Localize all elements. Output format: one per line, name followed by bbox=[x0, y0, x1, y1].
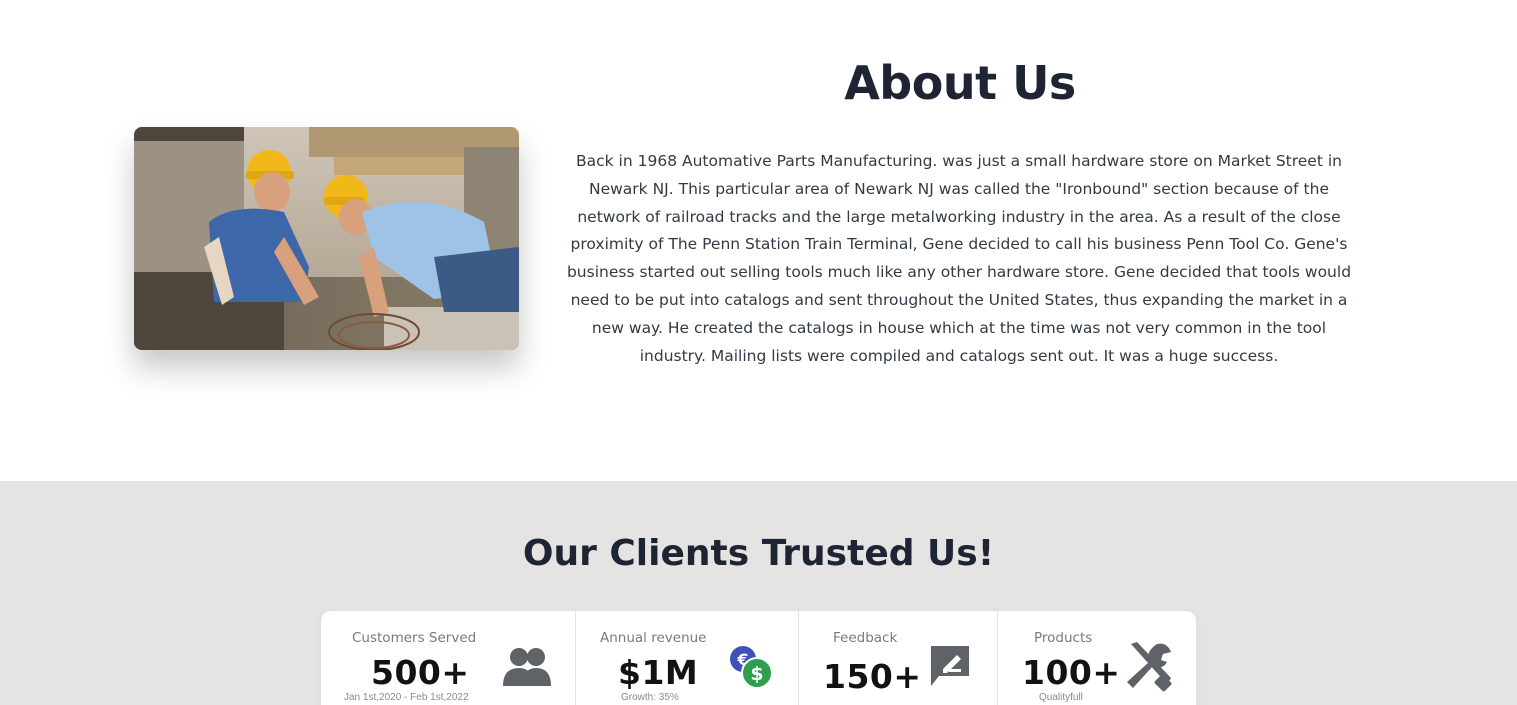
stat-value: 100+ bbox=[1022, 653, 1121, 692]
stat-label: Customers Served bbox=[352, 630, 477, 646]
tools-icon bbox=[1123, 640, 1175, 692]
stat-label: Feedback bbox=[833, 630, 898, 646]
about-paragraph: Back in 1968 Automative Parts Manufactur… bbox=[566, 152, 1352, 365]
svg-text:$: $ bbox=[750, 663, 763, 685]
stat-value: 500+ bbox=[371, 653, 470, 692]
feedback-icon bbox=[929, 644, 971, 688]
stat-products: Products 100+ Qualityfull bbox=[998, 611, 1196, 705]
stat-annual-revenue: Annual revenue $1M Growth: 35% € $ bbox=[576, 611, 799, 705]
about-title: About Us bbox=[844, 56, 1076, 110]
stat-feedback: Feedback 150+ bbox=[799, 611, 998, 705]
users-icon bbox=[501, 646, 553, 688]
stat-value: 150+ bbox=[823, 657, 922, 696]
trust-title: Our Clients Trusted Us! bbox=[522, 533, 995, 574]
stat-value: $1M bbox=[618, 653, 699, 692]
stat-label: Products bbox=[1034, 630, 1093, 646]
stat-label: Annual revenue bbox=[600, 630, 707, 646]
about-section: About Us Back in 1968 Automative Parts M… bbox=[0, 0, 1517, 481]
stat-subtext: Jan 1st,2020 - Feb 1st,2022 bbox=[344, 692, 469, 703]
stat-subtext: Qualityfull bbox=[1039, 692, 1083, 703]
construction-workers-photo bbox=[134, 127, 519, 350]
stat-customers-served: Customers Served 500+ Jan 1st,2020 - Feb… bbox=[321, 611, 576, 705]
clients-trust-section: Our Clients Trusted Us! Customers Served… bbox=[0, 481, 1517, 705]
stat-subtext: Growth: 35% bbox=[621, 692, 679, 703]
stats-card: Customers Served 500+ Jan 1st,2020 - Feb… bbox=[321, 611, 1196, 705]
currency-exchange-icon: € $ bbox=[728, 644, 774, 690]
